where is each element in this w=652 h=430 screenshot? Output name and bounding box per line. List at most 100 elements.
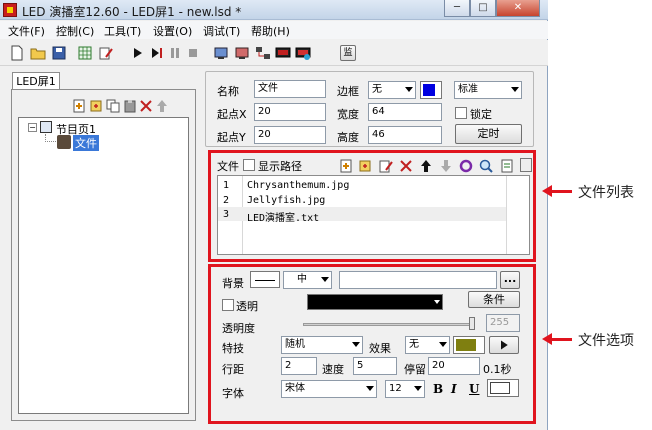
browse-button[interactable]: ... bbox=[500, 271, 520, 289]
menu-control[interactable]: 控制(C) bbox=[56, 23, 94, 39]
tree-item-file[interactable]: 文件 bbox=[73, 135, 99, 151]
close-button[interactable]: ✕ bbox=[496, 0, 540, 17]
move-up-file-icon[interactable] bbox=[417, 157, 433, 173]
effect-select[interactable]: 随机 bbox=[281, 336, 363, 354]
preview-search-icon[interactable] bbox=[477, 157, 493, 173]
paste-icon[interactable] bbox=[121, 97, 137, 113]
window-title: LED 演播室12.60 - LED屏1 - new.lsd * bbox=[22, 5, 242, 19]
font-color-picker[interactable] bbox=[487, 379, 519, 397]
stay-input[interactable]: 20 bbox=[428, 357, 480, 375]
properties-icon[interactable] bbox=[498, 157, 514, 173]
more-tools-icon[interactable] bbox=[520, 158, 532, 172]
start-x-input[interactable]: 20 bbox=[254, 103, 326, 121]
align-select[interactable]: 中 bbox=[283, 271, 332, 289]
border-color-picker[interactable] bbox=[420, 81, 442, 99]
add-item-icon[interactable] bbox=[87, 97, 103, 113]
maximize-button[interactable]: □ bbox=[470, 0, 496, 17]
background-color-picker[interactable] bbox=[250, 271, 280, 288]
opacity-value[interactable]: 255 bbox=[486, 314, 520, 332]
opacity-slider[interactable] bbox=[303, 323, 475, 326]
menu-settings[interactable]: 设置(O) bbox=[153, 23, 192, 39]
speed-input[interactable]: 5 bbox=[353, 357, 397, 375]
underline-button[interactable]: U bbox=[469, 382, 479, 396]
align-select-value: 中 bbox=[297, 274, 307, 285]
width-input[interactable]: 64 bbox=[368, 103, 442, 121]
upload-icon[interactable] bbox=[233, 44, 251, 62]
start-y-input[interactable]: 20 bbox=[254, 126, 326, 144]
tree-collapse-toggle[interactable]: − bbox=[28, 123, 37, 132]
border-select[interactable]: 无 bbox=[368, 81, 416, 99]
screen-settings-icon[interactable] bbox=[294, 44, 312, 62]
move-up-icon[interactable] bbox=[153, 97, 169, 113]
new-file-icon[interactable] bbox=[8, 44, 26, 62]
file-item-icon bbox=[57, 135, 71, 149]
screen-icon[interactable] bbox=[274, 44, 292, 62]
edit-file-icon[interactable] bbox=[97, 44, 115, 62]
minimize-button[interactable]: ─ bbox=[444, 0, 470, 17]
file-row-name[interactable]: LED演播室.txt bbox=[247, 209, 319, 224]
edit-text-icon[interactable] bbox=[377, 157, 393, 173]
file-options-arrow-head bbox=[542, 333, 552, 345]
name-label: 名称 bbox=[217, 85, 239, 98]
italic-button[interactable]: I bbox=[451, 382, 457, 396]
app-icon bbox=[3, 3, 17, 17]
play-icon[interactable] bbox=[128, 44, 146, 62]
condition-button[interactable]: 条件 bbox=[468, 291, 520, 308]
file-row-index: 3 bbox=[223, 209, 230, 220]
transparent-checkbox[interactable] bbox=[222, 299, 234, 311]
move-down-file-icon[interactable] bbox=[437, 157, 453, 173]
pause-icon[interactable] bbox=[166, 44, 184, 62]
preview-play-button[interactable] bbox=[489, 336, 519, 354]
refresh-icon[interactable] bbox=[457, 157, 473, 173]
lock-checkbox[interactable] bbox=[455, 107, 467, 119]
speed-label: 速度 bbox=[322, 363, 344, 376]
font-select-value: 宋体 bbox=[285, 383, 305, 394]
height-input[interactable]: 46 bbox=[368, 126, 442, 144]
tab-led-screen-1[interactable]: LED屏1 bbox=[12, 72, 60, 90]
opacity-slider-thumb[interactable] bbox=[469, 317, 475, 330]
add-page-icon[interactable] bbox=[70, 97, 86, 113]
grid-icon[interactable] bbox=[76, 44, 94, 62]
name-input[interactable]: 文件 bbox=[254, 80, 326, 98]
start-y-label: 起点Y bbox=[217, 131, 246, 144]
opacity-label: 透明度 bbox=[222, 322, 255, 335]
stop-icon[interactable] bbox=[184, 44, 202, 62]
save-icon[interactable] bbox=[50, 44, 68, 62]
remove-file-icon[interactable] bbox=[397, 157, 413, 173]
file-row-name[interactable]: Jellyfish.jpg bbox=[247, 195, 325, 206]
background-path-input[interactable] bbox=[339, 271, 497, 289]
menu-help[interactable]: 帮助(H) bbox=[251, 23, 290, 39]
style-select[interactable]: 标准 bbox=[454, 81, 522, 99]
open-folder-icon[interactable] bbox=[29, 44, 47, 62]
font-size-select[interactable]: 12 bbox=[385, 380, 425, 398]
monitor-button[interactable]: 监 bbox=[340, 45, 356, 61]
step-icon[interactable] bbox=[148, 44, 166, 62]
copy-icon[interactable] bbox=[104, 97, 120, 113]
add-text-icon[interactable] bbox=[356, 157, 372, 173]
font-select[interactable]: 宋体 bbox=[281, 380, 377, 398]
page-icon bbox=[40, 121, 52, 133]
menu-tools[interactable]: 工具(T) bbox=[104, 23, 141, 39]
send-icon[interactable] bbox=[212, 44, 230, 62]
transparent-label: 透明 bbox=[236, 300, 258, 313]
text-color-picker[interactable] bbox=[307, 294, 443, 310]
effect2-select-value: 无 bbox=[409, 339, 419, 350]
delete-icon[interactable] bbox=[137, 97, 153, 113]
add-file-icon[interactable] bbox=[337, 157, 353, 173]
lock-label: 锁定 bbox=[470, 108, 492, 121]
line-spacing-input[interactable]: 2 bbox=[281, 357, 317, 375]
effect-select-value: 随机 bbox=[285, 339, 305, 350]
border-label: 边框 bbox=[337, 85, 359, 98]
network-icon[interactable] bbox=[254, 44, 272, 62]
show-path-checkbox[interactable] bbox=[243, 159, 255, 171]
menu-debug[interactable]: 调试(T) bbox=[203, 23, 240, 39]
bold-button[interactable]: B bbox=[433, 382, 443, 396]
file-options-annotation: 文件选项 bbox=[578, 333, 634, 349]
timer-button[interactable]: 定时 bbox=[455, 124, 522, 144]
effect-color-picker[interactable] bbox=[453, 336, 485, 354]
file-list-annotation: 文件列表 bbox=[578, 185, 634, 201]
file-row-name[interactable]: Chrysanthemum.jpg bbox=[247, 180, 349, 191]
menu-file[interactable]: 文件(F) bbox=[8, 23, 45, 39]
list-column-divider-right bbox=[506, 176, 507, 254]
effect2-select[interactable]: 无 bbox=[405, 336, 450, 354]
